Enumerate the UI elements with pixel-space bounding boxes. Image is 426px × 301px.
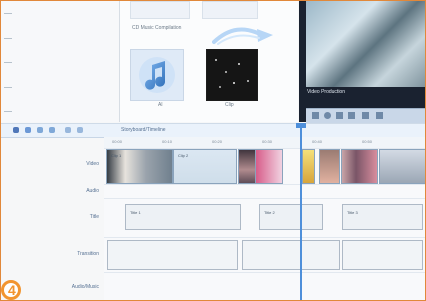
marker	[4, 87, 12, 88]
preview-controls	[306, 108, 425, 123]
play-icon[interactable]	[324, 112, 331, 119]
marker	[4, 62, 12, 63]
zoom-in-icon[interactable]	[77, 127, 83, 133]
transition-clip-3[interactable]	[342, 240, 423, 270]
prev-icon[interactable]	[312, 112, 319, 119]
transfer-arrow-icon	[212, 27, 273, 45]
track-label-video: Video	[86, 161, 99, 167]
track-label-title: Title	[89, 214, 99, 220]
marker	[4, 111, 12, 112]
ruler-mark: 00:40	[312, 139, 323, 144]
video-clip-4[interactable]	[255, 149, 283, 184]
media-thumb-top-left[interactable]	[130, 1, 190, 19]
music-note-icon	[139, 57, 175, 93]
arrow-icon[interactable]	[13, 127, 19, 133]
title-clip-2-label: Title 2	[264, 210, 275, 215]
left-pane	[1, 1, 120, 122]
video-clip-5[interactable]	[302, 149, 315, 184]
music-media-tile[interactable]	[130, 49, 184, 101]
video-clip-6[interactable]	[319, 149, 340, 184]
title-clip-3-label: Title 3	[347, 210, 358, 215]
preview-image	[306, 1, 425, 87]
redo-icon[interactable]	[49, 127, 55, 133]
track-label-transition: Transition	[77, 251, 99, 257]
media-library-pane: CD Music Compilation Al Clip	[120, 1, 298, 122]
video-clip-3[interactable]	[238, 149, 256, 184]
video-editor-window: CD Music Compilation Al Clip Video Produ…	[0, 0, 426, 301]
track-label-music: Audio/Music	[71, 284, 99, 290]
timeline-playhead[interactable]	[296, 123, 306, 300]
split-icon[interactable]	[362, 112, 369, 119]
media-label-top: CD Music Compilation	[132, 25, 182, 31]
preview-caption: Video Production	[307, 89, 345, 95]
step-number-badge: 4	[1, 280, 21, 300]
playhead-cap[interactable]	[296, 123, 306, 128]
dark-caption: Clip	[225, 102, 234, 108]
ruler-mark: 00:00	[112, 139, 123, 144]
title-clip-2[interactable]: Title 2	[259, 204, 323, 230]
video-clip-2[interactable]: Clip 2	[173, 149, 237, 184]
transition-clip-2[interactable]	[242, 240, 340, 270]
zoom-out-icon[interactable]	[65, 127, 71, 133]
stop-icon[interactable]	[348, 112, 355, 119]
ruler-mark: 00:20	[212, 139, 223, 144]
media-thumb-top-right[interactable]	[202, 1, 258, 19]
video-clip-1[interactable]: Clip 1	[106, 149, 173, 184]
track-label-audio: Audio	[86, 188, 99, 194]
title-clip-1-label: Title 1	[130, 210, 141, 215]
timeline-title: Storyboard/Timeline	[121, 127, 166, 133]
next-icon[interactable]	[336, 112, 343, 119]
music-caption: Al	[158, 102, 163, 108]
audio-track	[104, 184, 425, 199]
fullscreen-icon[interactable]	[376, 112, 383, 119]
timeline-toolbar: Storyboard/Timeline	[1, 123, 425, 138]
marker	[4, 38, 12, 39]
ruler-mark: 00:50	[362, 139, 373, 144]
ruler-mark: 00:10	[162, 139, 173, 144]
video-clip-7[interactable]	[341, 149, 378, 184]
video-clip-8[interactable]	[379, 149, 425, 184]
title-clip-3[interactable]: Title 3	[342, 204, 423, 230]
video-clip-2-label: Clip 2	[178, 153, 189, 158]
video-clip-1-label: Clip 1	[111, 153, 122, 158]
starfield-thumbnail-icon	[207, 50, 257, 100]
transition-clip-1[interactable]	[107, 240, 238, 270]
music-track	[104, 272, 425, 300]
preview-pane: Video Production	[299, 1, 425, 123]
dark-media-tile[interactable]	[206, 49, 258, 101]
step-number: 4	[8, 282, 16, 298]
marker	[4, 13, 12, 14]
title-clip-1[interactable]: Title 1	[125, 204, 241, 230]
undo-icon[interactable]	[37, 127, 43, 133]
ruler-mark: 00:30	[262, 139, 273, 144]
scissors-icon[interactable]	[25, 127, 31, 133]
